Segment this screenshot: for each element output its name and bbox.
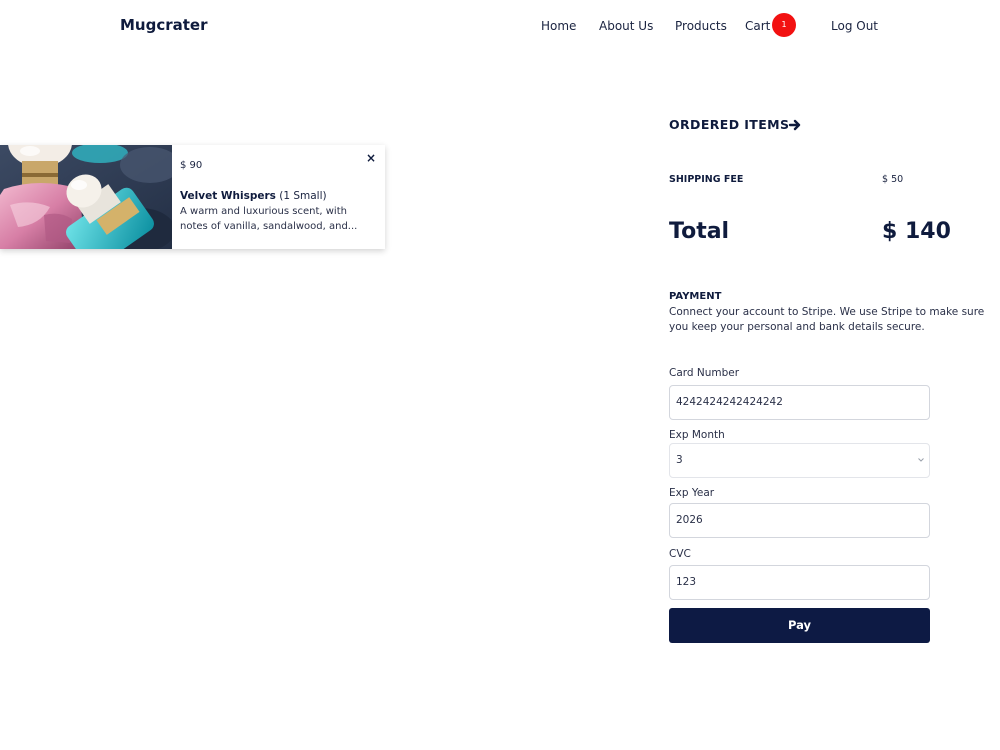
cvc-label: CVC [669, 548, 691, 560]
nav-cart-link[interactable]: Cart [745, 18, 770, 34]
total-value: $ 140 [882, 219, 951, 244]
nav-home-link[interactable]: Home [541, 18, 576, 34]
main-nav: Home About Us Products Cart 1 Log Out [0, 13, 1000, 38]
payment-heading: PAYMENT [669, 291, 722, 302]
exp-month-label: Exp Month [669, 429, 725, 441]
total-label: Total [669, 219, 730, 244]
item-price: $ 90 [180, 160, 203, 171]
card-number-label: Card Number [669, 367, 740, 379]
nav-logout-link[interactable]: Log Out [831, 18, 878, 34]
shipping-fee-label: SHIPPING FEE [669, 174, 744, 185]
cart-count-badge[interactable]: 1 [772, 13, 796, 37]
payment-description: Connect your account to Stripe. We use S… [669, 306, 985, 333]
cvc-input[interactable]: 123 [669, 565, 930, 600]
nav-products-link[interactable]: Products [675, 18, 727, 34]
arrow-right-icon[interactable] [788, 118, 802, 132]
exp-year-input[interactable]: 2026 [669, 503, 930, 538]
product-image [0, 145, 172, 249]
exp-month-value: 3 [676, 454, 683, 466]
item-name: Velvet Whispers [180, 190, 276, 202]
nav-about-link[interactable]: About Us [599, 18, 653, 34]
ordered-items-heading[interactable]: ORDERED ITEMS [669, 117, 789, 132]
exp-month-select[interactable]: 3 [669, 443, 930, 478]
item-title: Velvet Whispers (1 Small) [180, 190, 327, 202]
chevron-down-icon [918, 458, 924, 462]
cart-item-card: $ 90 × Velvet Whispers (1 Small) A warm … [0, 145, 385, 249]
item-description: A warm and luxurious scent, with notes o… [180, 206, 358, 232]
exp-year-label: Exp Year [669, 487, 715, 499]
pay-button[interactable]: Pay [669, 608, 930, 643]
card-number-input[interactable]: 4242424242424242 [669, 385, 930, 420]
item-variant: (1 Small) [279, 190, 327, 202]
shipping-fee-value: $ 50 [882, 174, 904, 185]
remove-item-close-icon[interactable]: × [366, 151, 376, 165]
